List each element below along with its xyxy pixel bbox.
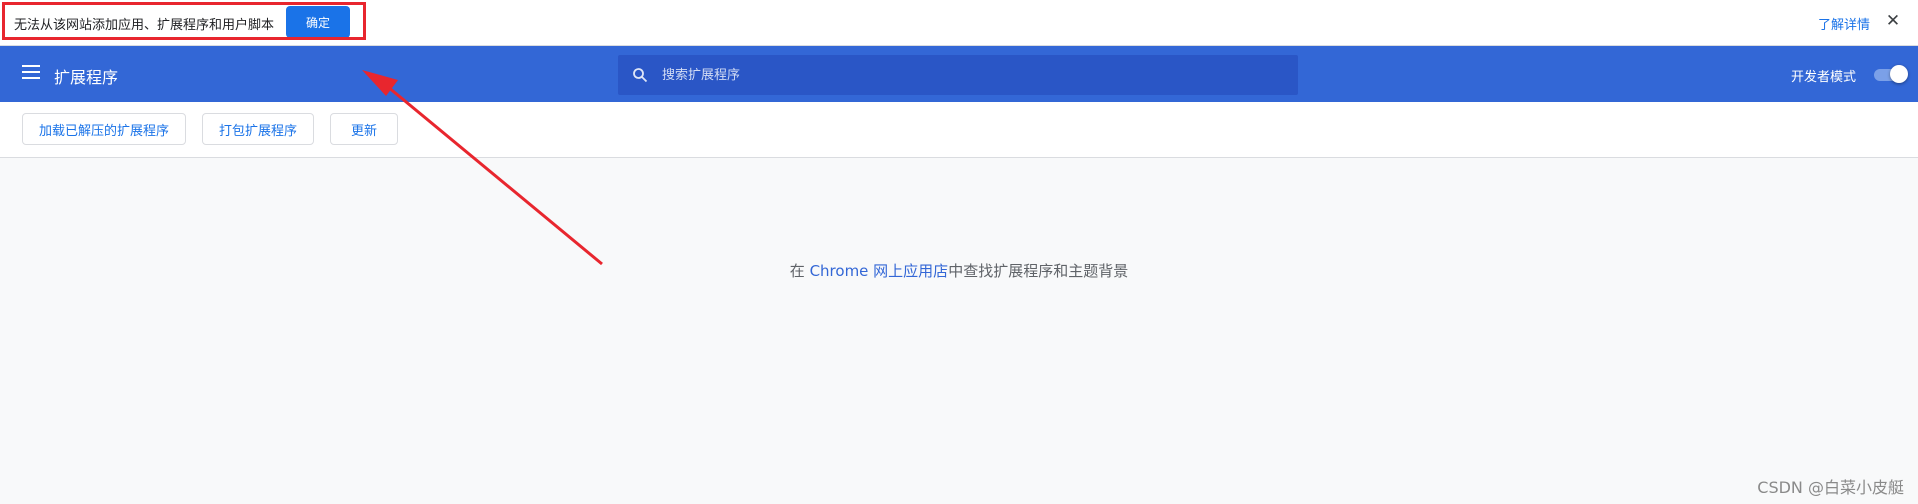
watermark: CSDN @白菜小皮艇 — [1757, 478, 1904, 497]
infobar: 无法从该网站添加应用、扩展程序和用户脚本 确定 了解详情 ✕ — [0, 0, 1918, 46]
empty-state-suffix: 中查找扩展程序和主题背景 — [948, 262, 1129, 280]
empty-state-prefix: 在 — [789, 262, 810, 280]
chrome-web-store-link[interactable]: Chrome 网上应用店 — [810, 262, 949, 280]
load-unpacked-button[interactable]: 加载已解压的扩展程序 — [22, 113, 186, 145]
action-bar: 加载已解压的扩展程序 打包扩展程序 更新 — [0, 102, 1918, 158]
infobar-message: 无法从该网站添加应用、扩展程序和用户脚本 — [14, 18, 275, 33]
search-input[interactable] — [662, 55, 1282, 95]
empty-state-message: 在 Chrome 网上应用店中查找扩展程序和主题背景 — [0, 260, 1918, 281]
search-icon — [633, 68, 648, 83]
developer-mode-label: 开发者模式 — [1790, 70, 1856, 85]
menu-icon[interactable] — [22, 65, 42, 81]
extensions-toolbar: 扩展程序 开发者模式 — [0, 46, 1918, 102]
update-button[interactable]: 更新 — [330, 113, 398, 145]
ok-button[interactable]: 确定 — [286, 6, 350, 38]
page-title: 扩展程序 — [54, 68, 119, 87]
developer-mode-toggle[interactable] — [1872, 64, 1908, 84]
close-icon[interactable]: ✕ — [1882, 10, 1904, 32]
learn-more-link[interactable]: 了解详情 — [1818, 14, 1870, 33]
search-box[interactable] — [618, 55, 1298, 95]
toggle-knob — [1890, 65, 1908, 83]
pack-extension-button[interactable]: 打包扩展程序 — [202, 113, 314, 145]
